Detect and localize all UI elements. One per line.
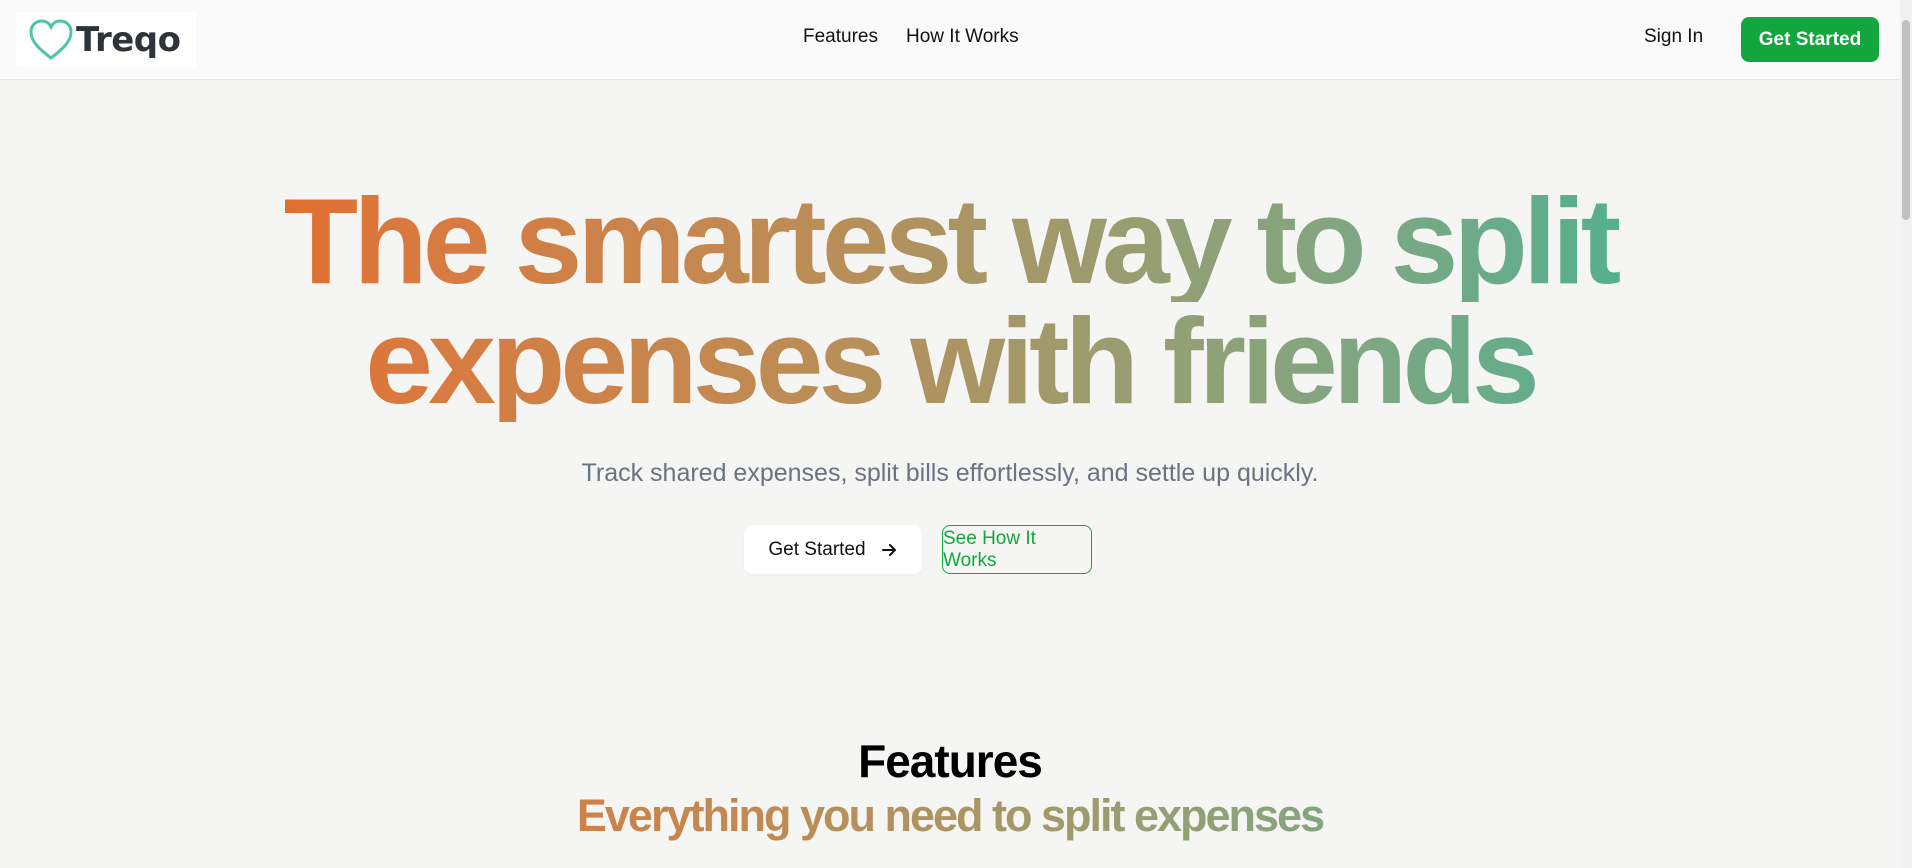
brand-name: Treqo [76,19,181,60]
get-started-button[interactable]: Get Started [1741,17,1879,62]
nav-link-how-it-works[interactable]: How It Works [906,26,1019,48]
hero-heading-line1: The smartest way to split [0,180,1900,302]
scrollbar-thumb[interactable] [1902,20,1910,220]
features-subheading: Everything you need to split expenses [0,790,1900,842]
see-how-it-works-button[interactable]: See How It Works [942,525,1092,574]
top-navbar: Treqo Features How It Works Sign In Get … [0,0,1900,80]
features-heading: Features [858,735,1043,787]
heart-logo-icon [29,18,73,60]
hero-get-started-label: Get Started [768,538,866,560]
hero-subtitle: Track shared expenses, split bills effor… [581,459,1319,487]
hero-heading-line2: expenses with friends [0,300,1900,422]
sign-in-link[interactable]: Sign In [1644,26,1703,48]
brand-logo[interactable]: Treqo [16,12,196,67]
arrow-right-icon [881,543,896,556]
page-scrollbar[interactable] [1900,0,1912,868]
nav-link-features[interactable]: Features [803,26,878,48]
hero-get-started-button[interactable]: Get Started [744,525,922,574]
